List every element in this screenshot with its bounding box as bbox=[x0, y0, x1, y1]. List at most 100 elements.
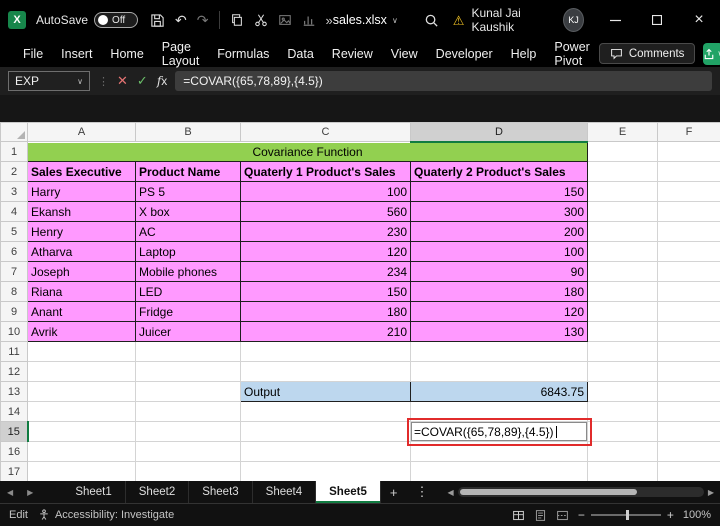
cut-icon[interactable] bbox=[254, 13, 268, 27]
cell[interactable] bbox=[588, 322, 658, 342]
cell[interactable] bbox=[658, 362, 720, 382]
cell[interactable]: 90 bbox=[411, 262, 588, 282]
cell[interactable] bbox=[658, 322, 720, 342]
cell[interactable] bbox=[588, 442, 658, 462]
scrollbar-thumb[interactable] bbox=[460, 489, 637, 495]
cell[interactable] bbox=[136, 462, 241, 482]
sheet-tab-sheet2[interactable]: Sheet2 bbox=[126, 481, 189, 503]
page-layout-view-icon[interactable] bbox=[534, 509, 547, 522]
cell[interactable] bbox=[588, 222, 658, 242]
file-title[interactable]: sales.xlsx ∨ bbox=[333, 13, 398, 27]
cell[interactable] bbox=[588, 342, 658, 362]
share-button[interactable]: ∨ bbox=[703, 43, 720, 65]
cell[interactable]: 210 bbox=[241, 322, 411, 342]
cell[interactable]: 120 bbox=[411, 302, 588, 322]
row-header-10[interactable]: 10 bbox=[1, 322, 28, 342]
zoom-slider[interactable] bbox=[591, 514, 661, 516]
name-box[interactable]: EXP ∨ bbox=[8, 71, 90, 91]
cell[interactable]: LED bbox=[136, 282, 241, 302]
sheet-options-icon[interactable]: ⋮ bbox=[406, 484, 437, 500]
cell[interactable]: 120 bbox=[241, 242, 411, 262]
cell[interactable] bbox=[588, 202, 658, 222]
insert-function-icon[interactable]: fx bbox=[157, 74, 167, 88]
cell[interactable] bbox=[411, 342, 588, 362]
account-control[interactable]: ⚠ Kunal Jai Kaushik KJ bbox=[453, 6, 584, 34]
page-break-view-icon[interactable] bbox=[556, 509, 569, 522]
overflow-chevron-icon[interactable]: » bbox=[326, 13, 333, 28]
cell[interactable]: PS 5 bbox=[136, 182, 241, 202]
cell[interactable] bbox=[28, 402, 136, 422]
cancel-icon[interactable]: ✕ bbox=[117, 73, 128, 89]
ribbon-tab-power-pivot[interactable]: Power Pivot bbox=[545, 40, 598, 67]
cell[interactable] bbox=[658, 302, 720, 322]
cell[interactable] bbox=[588, 382, 658, 402]
cell[interactable]: 300 bbox=[411, 202, 588, 222]
cell[interactable]: Laptop bbox=[136, 242, 241, 262]
ribbon-tab-review[interactable]: Review bbox=[323, 40, 382, 67]
cell[interactable] bbox=[411, 442, 588, 462]
cell[interactable] bbox=[658, 222, 720, 242]
row-header-14[interactable]: 14 bbox=[1, 402, 28, 422]
cell[interactable] bbox=[136, 382, 241, 402]
cell[interactable]: Quaterly 1 Product's Sales bbox=[241, 162, 411, 182]
cell[interactable] bbox=[136, 362, 241, 382]
cell-output-label[interactable]: Output bbox=[241, 382, 411, 402]
copy-icon[interactable] bbox=[230, 13, 244, 27]
zoom-level[interactable]: 100% bbox=[683, 509, 711, 521]
row-header-13[interactable]: 13 bbox=[1, 382, 28, 402]
cell[interactable] bbox=[588, 422, 658, 442]
cell[interactable] bbox=[241, 342, 411, 362]
row-header-17[interactable]: 17 bbox=[1, 462, 28, 482]
cell[interactable]: 150 bbox=[411, 182, 588, 202]
cell[interactable] bbox=[588, 262, 658, 282]
cell[interactable] bbox=[411, 462, 588, 482]
cell[interactable] bbox=[658, 402, 720, 422]
cell[interactable] bbox=[136, 342, 241, 362]
cell[interactable] bbox=[588, 402, 658, 422]
cell[interactable]: 230 bbox=[241, 222, 411, 242]
save-icon[interactable] bbox=[150, 13, 165, 28]
cell[interactable] bbox=[658, 202, 720, 222]
normal-view-icon[interactable] bbox=[512, 509, 525, 522]
cell[interactable] bbox=[658, 462, 720, 482]
cell[interactable] bbox=[28, 462, 136, 482]
cell[interactable]: 130 bbox=[411, 322, 588, 342]
column-header-b[interactable]: B bbox=[136, 123, 241, 142]
zoom-in-button[interactable]: + bbox=[667, 508, 674, 522]
row-header-2[interactable]: 2 bbox=[1, 162, 28, 182]
row-header-3[interactable]: 3 bbox=[1, 182, 28, 202]
ribbon-tab-file[interactable]: File bbox=[14, 40, 52, 67]
cell[interactable]: 200 bbox=[411, 222, 588, 242]
row-header-16[interactable]: 16 bbox=[1, 442, 28, 462]
cell[interactable] bbox=[658, 282, 720, 302]
zoom-slider-thumb[interactable] bbox=[626, 510, 629, 520]
cell[interactable]: Henry bbox=[28, 222, 136, 242]
cell[interactable]: Product Name bbox=[136, 162, 241, 182]
cell[interactable] bbox=[28, 422, 136, 442]
row-header-15[interactable]: 15 bbox=[1, 422, 28, 442]
cell[interactable] bbox=[28, 442, 136, 462]
cell[interactable]: Atharva bbox=[28, 242, 136, 262]
cell[interactable]: AC bbox=[136, 222, 241, 242]
column-header-c[interactable]: C bbox=[241, 123, 411, 142]
sheet-nav-left-icon[interactable]: ◀ bbox=[0, 488, 20, 497]
cell[interactable]: Ekansh bbox=[28, 202, 136, 222]
cell[interactable] bbox=[588, 142, 658, 162]
row-header-7[interactable]: 7 bbox=[1, 262, 28, 282]
row-header-12[interactable]: 12 bbox=[1, 362, 28, 382]
accessibility-checker[interactable]: Accessibility: Investigate bbox=[38, 509, 174, 521]
cell[interactable]: 100 bbox=[241, 182, 411, 202]
cell[interactable] bbox=[658, 242, 720, 262]
avatar[interactable]: KJ bbox=[563, 8, 584, 32]
ribbon-tab-page-layout[interactable]: Page Layout bbox=[153, 40, 209, 67]
ribbon-tab-help[interactable]: Help bbox=[502, 40, 546, 67]
cell[interactable] bbox=[658, 162, 720, 182]
picture-icon[interactable] bbox=[278, 13, 292, 27]
cell[interactable]: Juicer bbox=[136, 322, 241, 342]
cell[interactable] bbox=[658, 262, 720, 282]
cell[interactable] bbox=[658, 342, 720, 362]
enter-check-icon[interactable]: ✓ bbox=[137, 73, 148, 89]
cell[interactable]: Anant bbox=[28, 302, 136, 322]
cell[interactable]: Joseph bbox=[28, 262, 136, 282]
cell[interactable] bbox=[658, 142, 720, 162]
